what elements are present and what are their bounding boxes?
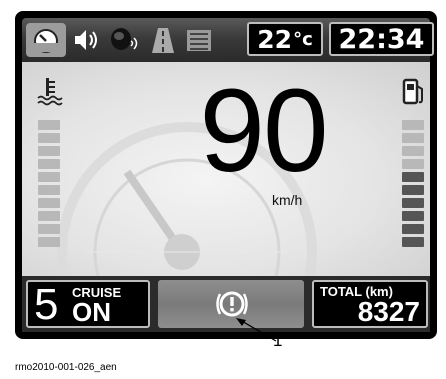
- callout-leader-arrow: [236, 318, 277, 342]
- callout-number: 1: [273, 331, 283, 350]
- figure-caption: rmo2010-001-026_aen: [15, 362, 117, 373]
